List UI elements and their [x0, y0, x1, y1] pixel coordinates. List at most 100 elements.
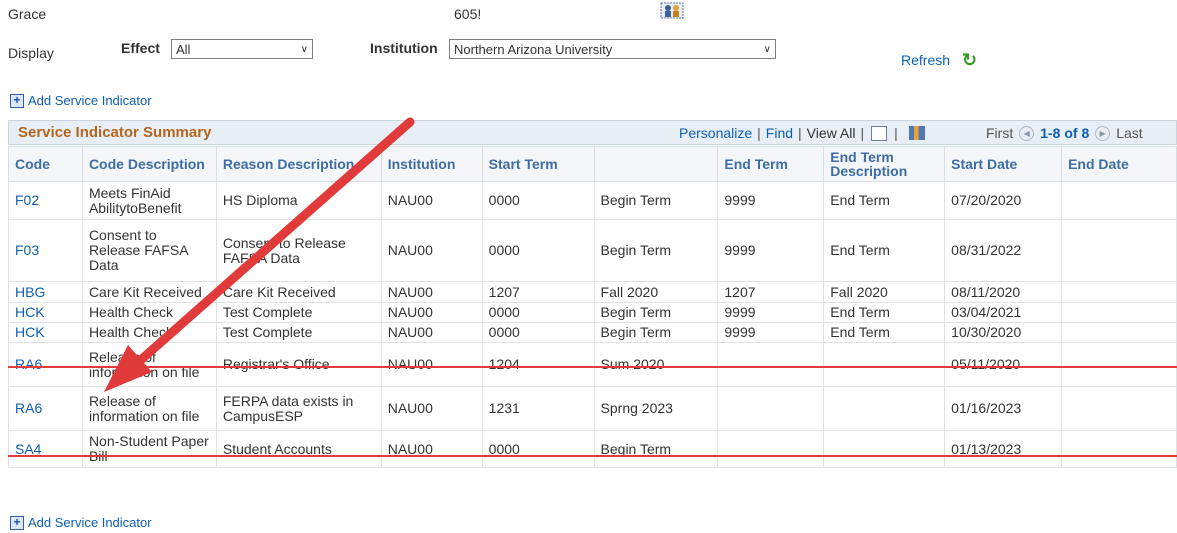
column-header[interactable]: Start Date: [944, 146, 1063, 182]
end-term: [717, 430, 825, 468]
add-service-indicator-button[interactable]: + Add Service Indicator: [10, 93, 152, 108]
column-header[interactable]: End Term Description: [823, 146, 946, 182]
grid-title: Service Indicator Summary: [18, 124, 212, 141]
end-term-description: [823, 342, 946, 387]
start-term-description: Fall 2020: [593, 281, 719, 303]
column-header[interactable]: End Date: [1061, 146, 1177, 182]
institution-select[interactable]: Northern Arizona University ∨: [449, 39, 776, 59]
end-term-description: [823, 386, 946, 431]
reason-description: Registrar's Office: [215, 342, 382, 387]
end-date: [1061, 219, 1177, 282]
add-service-indicator-label[interactable]: Add Service Indicator: [28, 515, 152, 530]
refresh-link[interactable]: Refresh: [901, 52, 950, 68]
row-range: 1-8 of 8: [1040, 125, 1090, 141]
effect-label: Effect: [121, 40, 160, 56]
service-indicator-table: Code Code Description Reason Description…: [8, 146, 1177, 468]
annotation-highlight-top-line: [8, 366, 1177, 368]
start-date: 08/31/2022: [944, 219, 1063, 282]
table-row: HCK Health Check Test Complete NAU00 000…: [8, 302, 1177, 323]
column-header[interactable]: Code: [8, 146, 83, 182]
code-description: Care Kit Received: [81, 281, 217, 303]
end-term: 1207: [717, 281, 825, 303]
add-service-indicator-label[interactable]: Add Service Indicator: [28, 93, 152, 108]
start-term-description: Begin Term: [593, 219, 719, 282]
start-term-description: Sum 2020: [593, 342, 719, 387]
end-date: [1061, 281, 1177, 303]
institution-label: Institution: [370, 40, 438, 56]
end-term: [717, 342, 825, 387]
column-header[interactable]: Reason Description: [215, 146, 382, 182]
plus-icon: +: [10, 93, 24, 108]
end-date: [1061, 181, 1177, 220]
new-window-icon[interactable]: [871, 125, 888, 141]
code-link[interactable]: F02: [8, 181, 83, 220]
previous-arrow-icon[interactable]: ◀: [1019, 125, 1035, 141]
code-link[interactable]: RA6: [8, 342, 83, 387]
next-arrow-icon[interactable]: ▶: [1095, 125, 1111, 141]
effect-select[interactable]: All ∨: [171, 39, 313, 59]
start-date: 08/11/2020: [944, 281, 1063, 303]
separator: |: [757, 125, 761, 141]
end-term: 9999: [717, 302, 825, 323]
reason-description: Consent to Release FAFSA Data: [215, 219, 382, 282]
refresh-icon[interactable]: ↻: [962, 50, 977, 71]
code-link[interactable]: SA4: [8, 430, 83, 468]
student-name: Grace: [8, 6, 47, 22]
first-link[interactable]: First: [986, 125, 1013, 141]
column-header[interactable]: End Term: [717, 146, 825, 182]
start-term: 0000: [481, 219, 595, 282]
code-link[interactable]: HCK: [8, 302, 83, 323]
start-date: 10/30/2020: [944, 322, 1063, 343]
code-link[interactable]: HCK: [8, 322, 83, 343]
table-row: F03 Consent to Release FAFSA Data Consen…: [8, 219, 1177, 282]
download-spreadsheet-icon[interactable]: [908, 126, 925, 140]
column-header[interactable]: Code Description: [81, 146, 217, 182]
end-term-description: [823, 430, 946, 468]
effect-select-value: All: [176, 41, 191, 57]
column-header[interactable]: Institution: [380, 146, 483, 182]
end-date: [1061, 430, 1177, 468]
reason-description: Student Accounts: [215, 430, 382, 468]
start-term: 0000: [481, 430, 595, 468]
reason-description: Care Kit Received: [215, 281, 382, 303]
institution: NAU00: [380, 386, 483, 431]
code-link[interactable]: HBG: [8, 281, 83, 303]
separator: |: [894, 125, 898, 141]
add-service-indicator-button-bottom[interactable]: + Add Service Indicator: [10, 515, 152, 530]
end-date: [1061, 386, 1177, 431]
reason-description: Test Complete: [215, 322, 382, 343]
institution: NAU00: [380, 181, 483, 220]
start-term: 0000: [481, 302, 595, 323]
institution: NAU00: [380, 322, 483, 343]
code-description: Consent to Release FAFSA Data: [81, 219, 217, 282]
end-date: [1061, 302, 1177, 323]
code-description: Meets FinAid AbilitytoBenefit: [81, 181, 217, 220]
code-link[interactable]: RA6: [8, 386, 83, 431]
grid-toolbar: Personalize | Find | View All | |: [679, 125, 925, 141]
start-term-description: Begin Term: [593, 322, 719, 343]
find-link[interactable]: Find: [766, 125, 793, 141]
column-header[interactable]: Start Term: [481, 146, 595, 182]
start-term: 1207: [481, 281, 595, 303]
end-date: [1061, 342, 1177, 387]
start-term: 1231: [481, 386, 595, 431]
table-row: HBG Care Kit Received Care Kit Received …: [8, 281, 1177, 303]
end-term-description: End Term: [823, 322, 946, 343]
separator: |: [798, 125, 802, 141]
table-row: HCK Health Check Test Complete NAU00 000…: [8, 322, 1177, 343]
view-all-link[interactable]: View All: [807, 125, 856, 141]
end-term: 9999: [717, 322, 825, 343]
institution-select-value: Northern Arizona University: [454, 41, 613, 57]
table-row: RA6 Release of information on file FERPA…: [8, 386, 1177, 431]
plus-icon: +: [10, 515, 24, 530]
start-date: 07/20/2020: [944, 181, 1063, 220]
table-row: F02 Meets FinAid AbilitytoBenefit HS Dip…: [8, 181, 1177, 220]
code-link[interactable]: F03: [8, 219, 83, 282]
code-description: Non-Student Paper Bill: [81, 430, 217, 468]
last-link[interactable]: Last: [1116, 125, 1142, 141]
personalize-link[interactable]: Personalize: [679, 125, 752, 141]
end-term-description: Fall 2020: [823, 281, 946, 303]
people-search-icon[interactable]: [660, 0, 684, 23]
end-term: 9999: [717, 181, 825, 220]
code-description: Health Check: [81, 322, 217, 343]
